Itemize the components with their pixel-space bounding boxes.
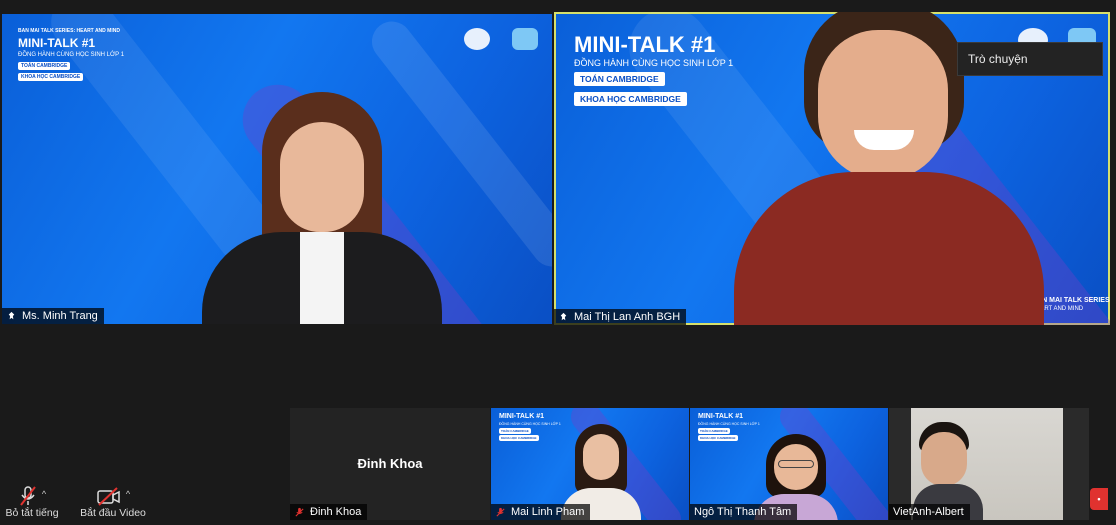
mic-muted-icon — [496, 507, 505, 517]
banner-subtitle: ĐỒNG HÀNH CÙNG HỌC SINH LỚP 1 — [574, 58, 734, 68]
participant-name: Ms. Minh Trang — [22, 310, 98, 322]
video-off-icon — [97, 487, 120, 506]
video-tile-minh-trang[interactable]: BAN MAI TALK SERIES: HEART AND MIND MINI… — [2, 14, 552, 324]
school-logo — [464, 28, 490, 50]
banner-pill-math: TOÁN CAMBRIDGE — [499, 428, 531, 434]
banner-pill-science: KHOA HỌC CAMBRIDGE — [574, 92, 687, 106]
banner-subtitle: ĐỒNG HÀNH CÙNG HỌC SINH LỚP 1 — [18, 52, 125, 58]
mic-muted-icon — [20, 486, 36, 506]
banner-title: MINI-TALK #1 — [18, 36, 96, 50]
video-options-caret-icon[interactable]: ^ — [126, 489, 130, 499]
gallery-tile-vietanh-albert[interactable]: VietAnh-Albert — [889, 408, 1089, 520]
chat-button[interactable]: Trò chuyện — [957, 42, 1103, 76]
banner-pill-science: KHOA HỌC CAMBRIDGE — [18, 73, 84, 81]
participant-name-tag: Ngô Thị Thanh Tâm — [690, 504, 798, 520]
unmute-button[interactable]: ^ Bỏ tắt tiếng — [2, 485, 62, 519]
banner-pill-science: KHOA HỌC CAMBRIDGE — [698, 435, 738, 441]
gallery-tile-thanh-tam[interactable]: MINI-TALK #1 ĐỒNG HÀNH CÙNG HỌC SINH LỚP… — [690, 408, 888, 520]
participant-name: Mai Linh Pham — [511, 506, 585, 518]
gallery-tile-mai-linh-pham[interactable]: MINI-TALK #1 ĐỒNG HÀNH CÙNG HỌC SINH LỚP… — [491, 408, 689, 520]
banner-pill-math: TOÁN CAMBRIDGE — [574, 72, 665, 86]
participant-video-minh-trang — [202, 82, 442, 324]
participant-name-tag: Ms. Minh Trang — [2, 308, 104, 324]
banner-pill-science: KHOA HỌC CAMBRIDGE — [499, 435, 539, 441]
pin-icon — [560, 312, 567, 320]
participant-name: VietAnh-Albert — [893, 506, 964, 518]
start-video-button[interactable]: ^ Bắt đầu Video — [76, 485, 150, 519]
participant-name-tag: VietAnh-Albert — [889, 504, 970, 520]
participant-name-tag: Đinh Khoa — [290, 504, 368, 520]
leave-button[interactable]: • — [1090, 488, 1108, 510]
banner-title: MINI-TALK #1 — [698, 413, 743, 420]
banner-subtitle: ĐỒNG HÀNH CÙNG HỌC SINH LỚP 1 — [499, 422, 561, 426]
banner-title: MINI-TALK #1 — [574, 32, 716, 57]
gallery-tile-dinh-khoa[interactable]: Đinh Khoa Đinh Khoa — [290, 408, 490, 520]
partner-logo — [512, 28, 538, 50]
banner-title: MINI-TALK #1 — [499, 413, 544, 420]
participant-center-name: Đinh Khoa — [357, 456, 423, 471]
participant-name: Đinh Khoa — [310, 506, 362, 518]
participant-name-tag: Mai Linh Pham — [491, 504, 591, 520]
banner-series: BAN MAI TALK SERIES: HEART AND MIND — [18, 28, 120, 34]
participant-name: Mai Thị Lan Anh BGH — [574, 311, 681, 323]
start-video-button-label: Bắt đầu Video — [80, 507, 146, 519]
pin-icon — [8, 311, 15, 319]
banner-pill-math: TOÁN CAMBRIDGE — [698, 428, 730, 434]
participant-name-tag: Mai Thị Lan Anh BGH — [554, 309, 687, 325]
leave-button-indicator: • — [1097, 494, 1101, 504]
mic-muted-icon — [295, 507, 304, 517]
participant-name: Ngô Thị Thanh Tâm — [694, 506, 792, 518]
audio-options-caret-icon[interactable]: ^ — [42, 489, 46, 499]
unmute-button-label: Bỏ tắt tiếng — [5, 507, 59, 519]
banner-pill-math: TOÁN CAMBRIDGE — [18, 62, 71, 70]
banner-subtitle: ĐỒNG HÀNH CÙNG HỌC SINH LỚP 1 — [698, 422, 760, 426]
chat-button-label: Trò chuyện — [968, 52, 1028, 66]
